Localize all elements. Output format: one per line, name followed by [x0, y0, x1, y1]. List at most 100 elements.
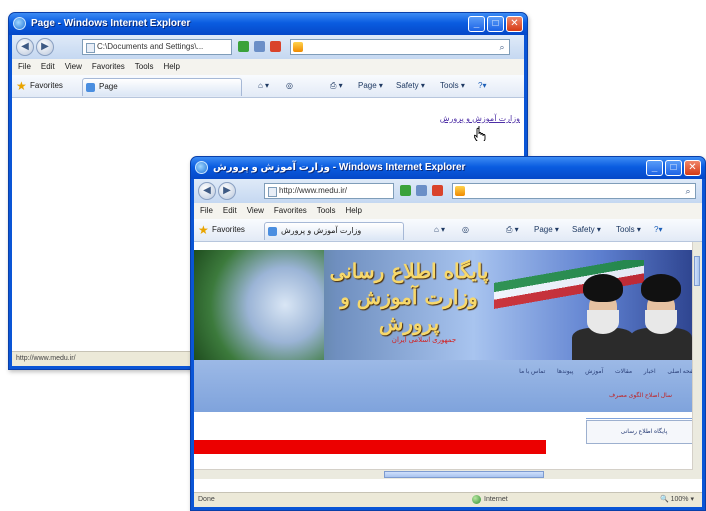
tab-icon [268, 227, 277, 236]
favorites-label[interactable]: Favorites [212, 219, 245, 241]
live-search-icon [293, 42, 303, 52]
minimize-button[interactable]: _ [468, 16, 485, 32]
window-title: وزارت آموزش و پرورش - Windows Internet E… [213, 162, 466, 173]
menu-tools[interactable]: Tools [317, 203, 336, 219]
menu-edit[interactable]: Edit [223, 203, 237, 219]
tools-menu[interactable]: Tools ▾ [440, 75, 465, 97]
safety-menu[interactable]: Safety ▾ [572, 219, 601, 241]
feeds-icon[interactable]: ◎ [286, 75, 293, 97]
banner-title: پایگاه اطلاع رسانی وزارت آموزش و پرورش [329, 259, 489, 335]
status-text: http://www.medu.ir/ [16, 355, 76, 362]
tab-icon [86, 83, 95, 92]
close-button[interactable]: ✕ [506, 16, 523, 32]
menu-help[interactable]: Help [163, 59, 179, 75]
menu-tools[interactable]: Tools [135, 59, 154, 75]
home-icon[interactable]: ⌂ ▾ [434, 219, 445, 241]
nav-item[interactable]: مقالات [615, 369, 632, 375]
menu-view[interactable]: View [247, 203, 264, 219]
ie-icon [195, 161, 208, 174]
help-icon[interactable]: ?▾ [478, 75, 486, 97]
horizontal-scrollbar[interactable] [194, 469, 702, 479]
site-nav: صفحه اصلی اخبار مقالات آموزش پیوندها تما… [194, 360, 702, 412]
print-icon[interactable]: ⎙ ▾ [506, 219, 519, 241]
marquee-text: سال اصلاح الگوی مصرف [609, 393, 672, 399]
vertical-scrollbar[interactable] [692, 242, 702, 470]
minimize-button[interactable]: _ [646, 160, 663, 176]
scroll-thumb[interactable] [384, 471, 544, 478]
menu-file[interactable]: File [200, 203, 213, 219]
address-input[interactable]: http://www.medu.ir/ [264, 183, 394, 199]
tab-label: وزارت آموزش و پرورش [281, 226, 362, 235]
menu-bar: File Edit View Favorites Tools Help [194, 203, 702, 220]
menu-bar: File Edit View Favorites Tools Help [12, 59, 524, 76]
hand-cursor-icon [474, 126, 486, 141]
nav-item[interactable]: تماس با ما [519, 369, 545, 375]
nav-item[interactable]: پیوندها [557, 369, 573, 375]
safety-menu[interactable]: Safety ▾ [396, 75, 425, 97]
page-link[interactable]: وزارت آموزش و پرورش [440, 114, 520, 123]
favorites-label[interactable]: Favorites [30, 75, 63, 97]
forward-icon[interactable]: ▶ [218, 182, 236, 200]
menu-favorites[interactable]: Favorites [92, 59, 125, 75]
ie-window-front[interactable]: وزارت آموزش و پرورش - Windows Internet E… [190, 156, 706, 511]
menu-file[interactable]: File [18, 59, 31, 75]
close-button[interactable]: ✕ [684, 160, 701, 176]
address-input[interactable]: C:\Documents and Settings\... [82, 39, 232, 55]
favorites-bar: ★ Favorites وزارت آموزش و پرورش ⌂ ▾ ◎ ⎙ … [194, 219, 702, 242]
page-content: پایگاه اطلاع رسانی وزارت آموزش و پرورش ج… [194, 242, 702, 493]
favorites-star-icon[interactable]: ★ [16, 75, 27, 97]
feeds-icon[interactable]: ◎ [462, 219, 469, 241]
help-icon[interactable]: ?▾ [654, 219, 662, 241]
menu-view[interactable]: View [65, 59, 82, 75]
page-menu[interactable]: Page ▾ [534, 219, 559, 241]
address-bar-row: ◀ ▶ C:\Documents and Settings\... ⌕ [12, 35, 524, 60]
tab-ministry[interactable]: وزارت آموزش و پرورش [264, 222, 404, 240]
title-bar[interactable]: Page - Windows Internet Explorer _ □ ✕ [9, 13, 527, 35]
nav-items: صفحه اصلی اخبار مقالات آموزش پیوندها تما… [198, 368, 698, 375]
forward-icon[interactable]: ▶ [36, 38, 54, 56]
back-icon[interactable]: ◀ [198, 182, 216, 200]
home-icon[interactable]: ⌂ ▾ [258, 75, 269, 97]
search-input[interactable]: ⌕ [452, 183, 696, 199]
site-banner: پایگاه اطلاع رسانی وزارت آموزش و پرورش ج… [194, 250, 702, 360]
address-text: C:\Documents and Settings\... [97, 42, 204, 51]
stop-icon[interactable] [432, 185, 443, 196]
banner-swirl-graphic [194, 250, 324, 360]
title-bar[interactable]: وزارت آموزش و پرورش - Windows Internet E… [191, 157, 705, 179]
favorites-bar: ★ Favorites Page ⌂ ▾ ◎ ⎙ ▾ Page ▾ Safety… [12, 75, 524, 98]
status-bar: Done Internet 🔍 100% ▾ [194, 492, 702, 507]
banner-subtitle: جمهوری اسلامی ایران [391, 337, 457, 344]
menu-edit[interactable]: Edit [41, 59, 55, 75]
search-input[interactable]: ⌕ [290, 39, 510, 55]
scroll-thumb[interactable] [694, 256, 700, 286]
tools-menu[interactable]: Tools ▾ [616, 219, 641, 241]
search-icon[interactable]: ⌕ [683, 186, 693, 196]
divider [586, 418, 702, 419]
go-icon[interactable] [238, 41, 249, 52]
menu-help[interactable]: Help [345, 203, 361, 219]
menu-favorites[interactable]: Favorites [274, 203, 307, 219]
internet-zone-icon [472, 494, 481, 504]
tab-page[interactable]: Page [82, 78, 242, 96]
maximize-button[interactable]: □ [665, 160, 682, 176]
zoom-control[interactable]: 🔍 100% ▾ [660, 493, 694, 507]
print-icon[interactable]: ⎙ ▾ [330, 75, 343, 97]
stop-icon[interactable] [270, 41, 281, 52]
sidebar-box[interactable]: پایگاه اطلاع رسانی [586, 420, 702, 444]
window-client: ◀ ▶ http://www.medu.ir/ ⌕ File Edit View Fa… [194, 179, 702, 507]
favorites-star-icon[interactable]: ★ [198, 219, 209, 241]
portrait-image [630, 268, 692, 360]
refresh-icon[interactable] [416, 185, 427, 196]
search-icon[interactable]: ⌕ [497, 42, 507, 52]
nav-item[interactable]: اخبار [644, 369, 656, 375]
refresh-icon[interactable] [254, 41, 265, 52]
address-text: http://www.medu.ir/ [279, 186, 348, 195]
page-menu[interactable]: Page ▾ [358, 75, 383, 97]
go-icon[interactable] [400, 185, 411, 196]
maximize-button[interactable]: □ [487, 16, 504, 32]
back-icon[interactable]: ◀ [16, 38, 34, 56]
nav-item[interactable]: آموزش [585, 369, 603, 375]
zone-label: Internet [484, 496, 508, 503]
address-bar-row: ◀ ▶ http://www.medu.ir/ ⌕ [194, 179, 702, 204]
status-text: Done [198, 496, 215, 503]
